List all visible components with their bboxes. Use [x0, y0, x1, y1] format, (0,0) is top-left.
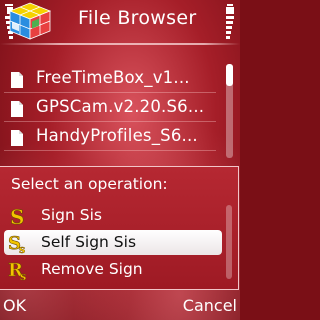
- svg-text:S: S: [10, 205, 24, 227]
- file-name: HandyProfiles_S6...: [36, 126, 198, 145]
- menu-item-sign-sis[interactable]: S Sign Sis: [4, 203, 222, 228]
- row-divider: [4, 121, 216, 122]
- document-icon: [11, 72, 23, 88]
- operation-popup: Select an operation: S Sign Sis S s Self…: [0, 166, 239, 290]
- file-name: GPSCam.v2.20.S6...: [36, 97, 205, 116]
- menu-item-self-sign-sis[interactable]: S s Self Sign Sis: [4, 230, 222, 255]
- self-sign-icon: S s: [8, 233, 25, 254]
- header-divider: [0, 43, 240, 45]
- sign-sis-icon: S: [10, 205, 25, 227]
- cancel-softkey[interactable]: Cancel: [183, 296, 237, 315]
- title-bar: File Browser: [0, 0, 240, 45]
- menu-item-remove-sign[interactable]: R s Remove Sign: [4, 257, 222, 282]
- ok-softkey[interactable]: OK: [3, 296, 26, 315]
- file-list-item[interactable]: FreeTimeBox_v1...: [0, 65, 222, 93]
- file-name: FreeTimeBox_v1...: [36, 68, 190, 87]
- document-icon: [11, 101, 23, 117]
- svg-text:s: s: [19, 243, 25, 254]
- popup-title: Select an operation:: [11, 175, 168, 193]
- row-divider: [4, 92, 216, 93]
- battery-level-icon: [226, 4, 234, 39]
- row-divider: [4, 150, 216, 151]
- scrollbar-thumb[interactable]: [226, 64, 233, 86]
- menu-item-label: Remove Sign: [41, 260, 143, 278]
- remove-sign-icon: R s: [8, 260, 26, 281]
- document-icon: [11, 130, 23, 146]
- file-list-item[interactable]: GPSCam.v2.20.S6...: [0, 94, 222, 122]
- file-list-scrollbar[interactable]: [226, 64, 233, 158]
- page-title: File Browser: [78, 7, 197, 29]
- file-list-item[interactable]: HandyProfiles_S6...: [0, 123, 222, 151]
- svg-text:s: s: [20, 270, 26, 281]
- popup-scrollbar[interactable]: [226, 205, 232, 279]
- rubiks-cube-icon: [8, 2, 52, 40]
- menu-item-label: Self Sign Sis: [41, 233, 137, 251]
- menu-item-label: Sign Sis: [41, 206, 102, 224]
